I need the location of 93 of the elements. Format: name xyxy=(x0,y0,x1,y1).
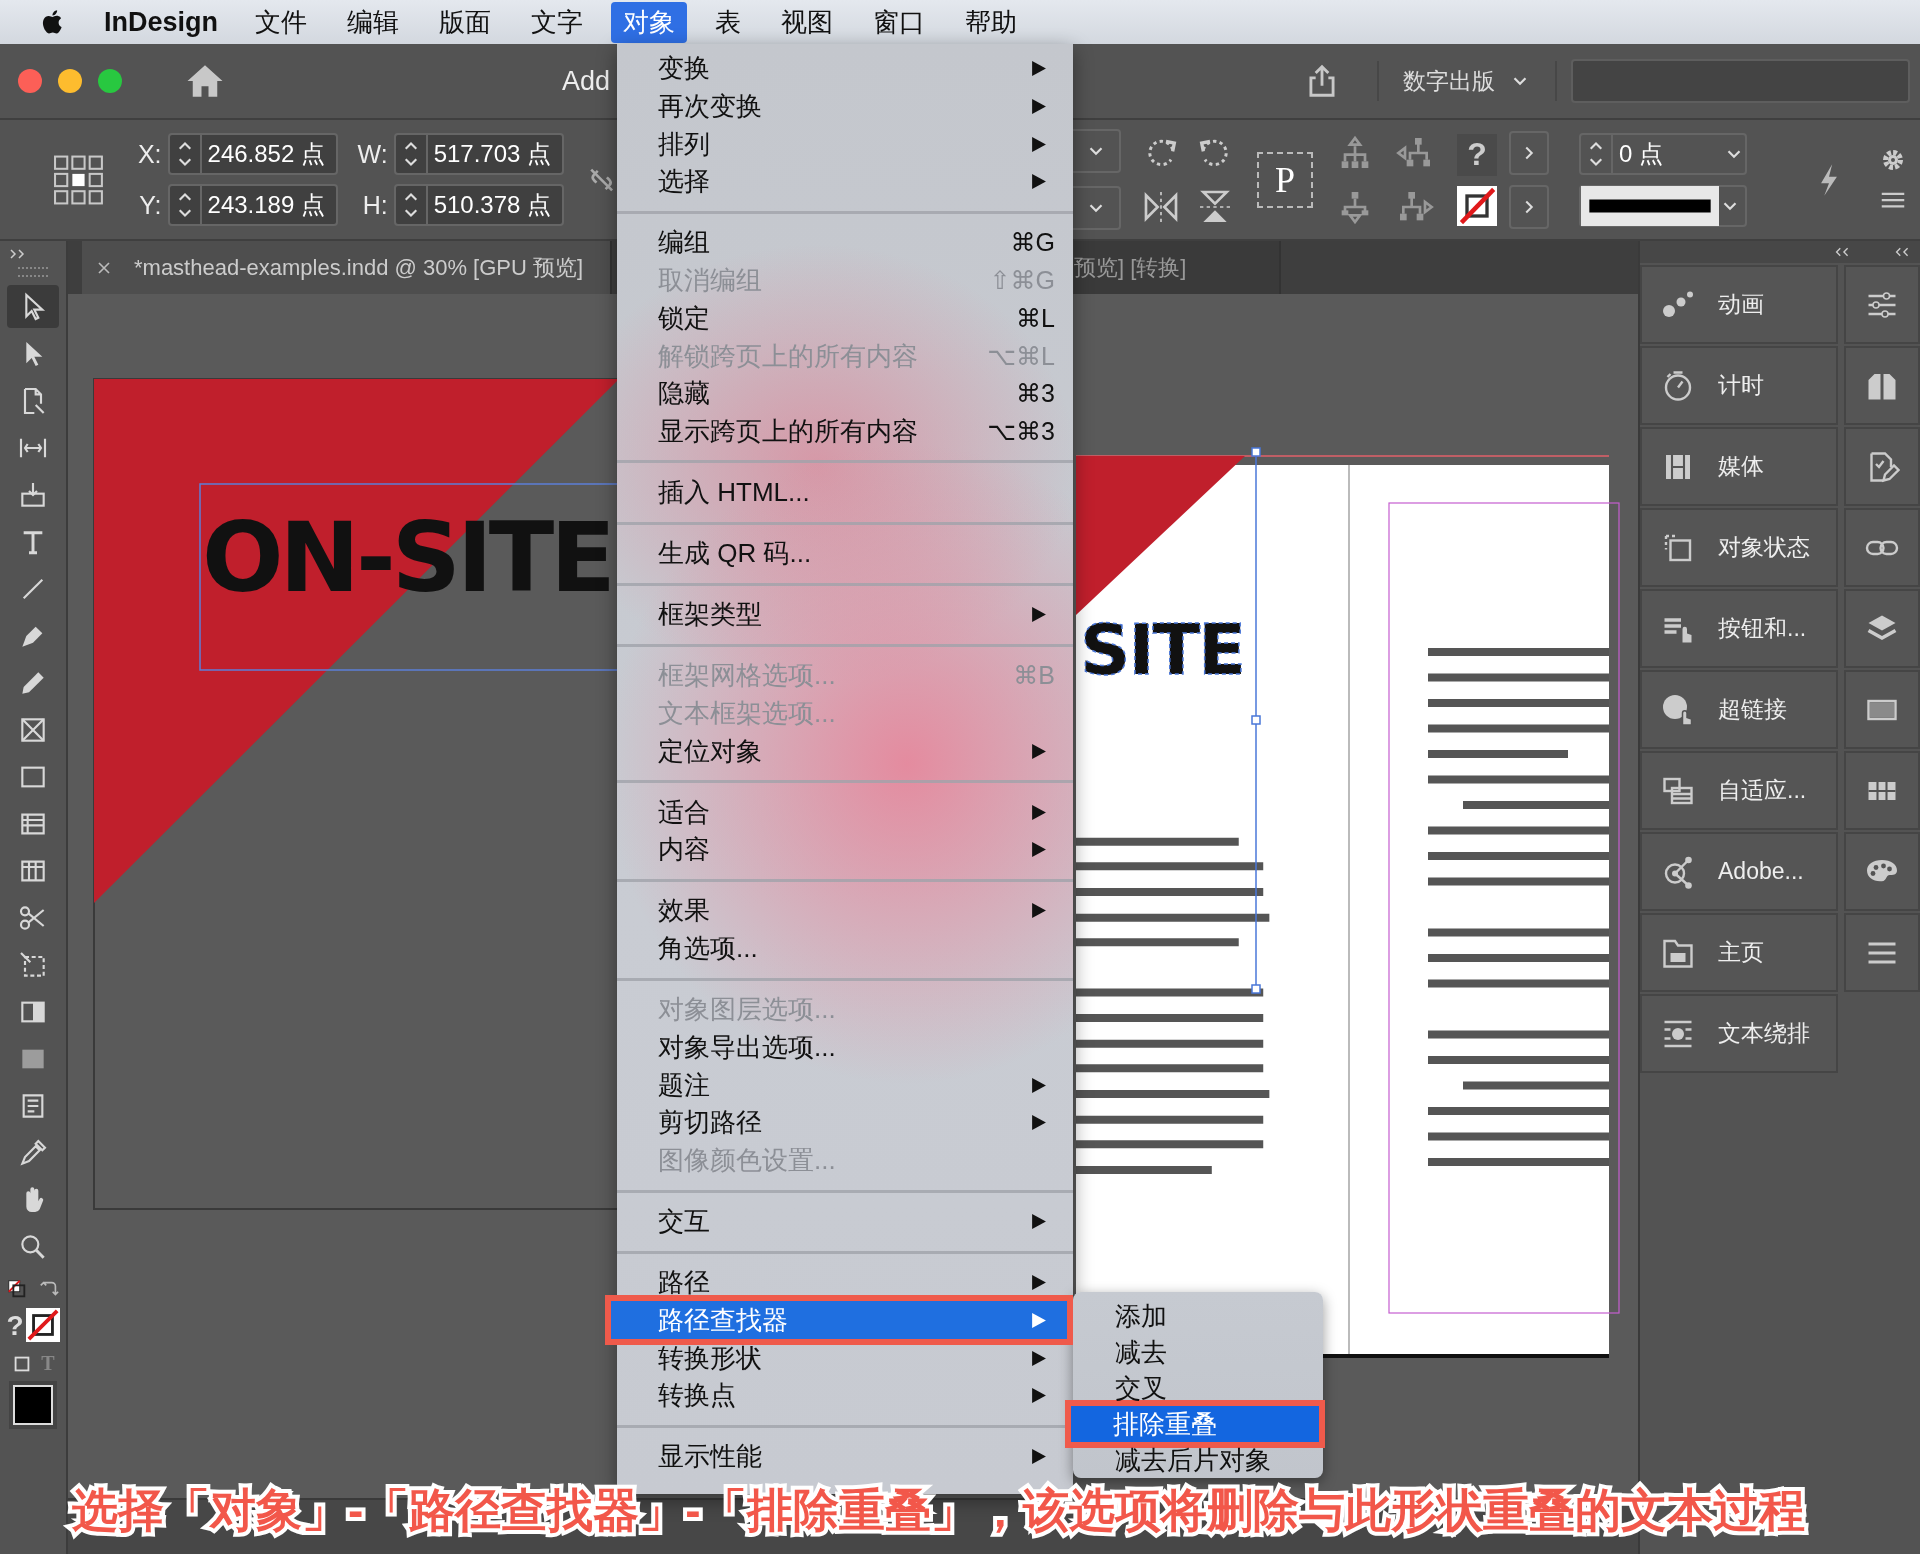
menubar-item[interactable]: 对象 xyxy=(611,1,687,43)
menu-item[interactable]: 交叉 xyxy=(1073,1370,1323,1406)
menu-item[interactable]: 添加 xyxy=(1073,1298,1323,1334)
dimension-field[interactable]: 243.189 点 xyxy=(167,184,338,226)
menu-item[interactable]: 角选项... xyxy=(617,929,1073,968)
shortcut-text: ⌘3 xyxy=(1016,379,1055,409)
panel-button[interactable]: 主页 xyxy=(1640,913,1838,992)
menu-item[interactable]: 减去 xyxy=(1073,1334,1323,1370)
menu-item[interactable]: 生成 QR 码... xyxy=(617,534,1073,573)
shortcut-text: ⌘G xyxy=(1010,228,1055,258)
panel-button[interactable]: 计时 xyxy=(1640,346,1838,425)
zoom-window-button[interactable] xyxy=(98,69,122,93)
workspace-dropdown[interactable]: 数字出版 xyxy=(1393,65,1541,97)
dimension-field[interactable]: 246.852 点 xyxy=(167,133,338,175)
menubar-item[interactable]: 版面 xyxy=(427,1,503,43)
panel-button[interactable]: 超链接 xyxy=(1640,670,1838,749)
menu-item[interactable]: 效果 xyxy=(617,892,1073,930)
dimension-field[interactable]: 517.703 点 xyxy=(393,133,564,175)
reference-point-icon[interactable] xyxy=(53,153,104,206)
field-label: Y: xyxy=(138,190,162,220)
panel-button[interactable]: 媒体 xyxy=(1640,427,1838,506)
document-tab[interactable]: *masthead-examples.indd @ 30% [GPU 预览] xyxy=(82,241,612,294)
app-name[interactable]: InDesign xyxy=(104,6,218,38)
search-field[interactable] xyxy=(1571,59,1910,103)
minimize-window-button[interactable] xyxy=(58,69,82,93)
panel-button[interactable] xyxy=(1844,346,1920,425)
menu-item[interactable]: 适合 xyxy=(617,793,1073,832)
panel-button[interactable] xyxy=(1844,913,1920,992)
shortcut-text: ⇧⌘G xyxy=(989,266,1055,296)
panel-button[interactable]: 按钮和... xyxy=(1640,589,1838,668)
field-label: X: xyxy=(136,139,162,169)
panel-button[interactable] xyxy=(1844,751,1920,830)
menu-item[interactable]: 隐藏 ⌘3 xyxy=(617,374,1073,413)
menu-item[interactable]: 选择 xyxy=(617,163,1073,201)
fill-swatch-label[interactable]: ? xyxy=(6,1310,24,1342)
panel-button[interactable] xyxy=(1844,508,1920,587)
window-title: Add xyxy=(562,65,611,97)
default-fill-stroke-icon[interactable] xyxy=(6,1278,28,1300)
shortcut-text: ⌥⌘L xyxy=(987,341,1055,371)
content-frame-button[interactable]: P xyxy=(1257,151,1313,208)
menu-item[interactable]: 内容 xyxy=(617,831,1073,869)
panel-button[interactable] xyxy=(1844,589,1920,668)
menubar-item[interactable]: 窗口 xyxy=(861,1,937,43)
grip-handle[interactable] xyxy=(18,267,48,277)
panel-button[interactable] xyxy=(1844,427,1920,506)
panel-button[interactable] xyxy=(1844,832,1920,911)
menubar-item[interactable]: 文件 xyxy=(243,1,319,43)
menu-item[interactable]: 锁定 ⌘L xyxy=(617,299,1073,338)
shortcut-text: ⌘L xyxy=(1016,303,1055,333)
menu-item[interactable]: 减去后片对象 xyxy=(1073,1442,1323,1478)
menu-item[interactable]: 转换形状 xyxy=(617,1339,1073,1377)
menu-item[interactable]: 剪切路径 xyxy=(617,1103,1073,1142)
menubar-item[interactable]: 视图 xyxy=(769,1,845,43)
menu-item[interactable]: 定位对象 xyxy=(617,732,1073,770)
menubar-item[interactable]: 帮助 xyxy=(953,1,1029,43)
menu-item[interactable]: 显示性能 xyxy=(617,1437,1073,1476)
fill-button[interactable]: ? xyxy=(1457,133,1497,176)
panel-button[interactable]: 自适应... xyxy=(1640,751,1838,830)
menu-item[interactable]: 题注 xyxy=(617,1066,1073,1104)
menu-item[interactable]: 转换点 xyxy=(617,1376,1073,1415)
tool-button[interactable] xyxy=(7,285,59,328)
headline-text: SITE xyxy=(1080,609,1245,691)
menubar-item[interactable]: 文字 xyxy=(519,1,595,43)
menubar-item[interactable]: 编辑 xyxy=(335,1,411,43)
menu-item[interactable]: 路径 xyxy=(617,1263,1073,1302)
menu-item[interactable]: 编组 ⌘G xyxy=(617,224,1073,262)
menu-item[interactable]: 对象导出选项... xyxy=(617,1028,1073,1067)
shortcut-text: ⌥⌘3 xyxy=(987,416,1055,446)
menubar-item[interactable]: 表 xyxy=(703,1,753,43)
close-window-button[interactable] xyxy=(18,69,42,93)
panel-button[interactable]: 动画 xyxy=(1640,265,1838,344)
menu-item[interactable]: 框架类型 xyxy=(617,595,1073,634)
stroke-none-swatch[interactable] xyxy=(1457,185,1497,226)
menu-item[interactable]: 变换 xyxy=(617,50,1073,88)
menu-item[interactable]: 显示跨页上的所有内容 ⌥⌘3 xyxy=(617,412,1073,451)
menu-item[interactable]: 排列 xyxy=(617,125,1073,164)
menu-item[interactable]: 再次变换 xyxy=(617,87,1073,126)
panel-button[interactable] xyxy=(1844,670,1920,749)
stroke-none-swatch[interactable] xyxy=(25,1308,60,1342)
stroke-type-dropdown[interactable] xyxy=(1579,184,1747,227)
panel-button[interactable]: 对象状态 xyxy=(1640,508,1838,587)
field-label: H: xyxy=(361,190,388,220)
panel-button[interactable]: 文本绕排 xyxy=(1640,994,1838,1073)
shortcut-text: ⌘B xyxy=(1013,661,1055,691)
menu-item[interactable]: 交互 xyxy=(617,1202,1073,1241)
field-label: W: xyxy=(356,139,388,169)
dimension-field[interactable]: 510.378 点 xyxy=(393,184,564,226)
panel-button[interactable]: Adobe... xyxy=(1640,832,1838,911)
solid-stroke-icon xyxy=(1581,185,1719,226)
panel-button[interactable] xyxy=(1844,265,1920,344)
stroke-weight-field[interactable]: 0 点 xyxy=(1579,132,1747,175)
document-tab[interactable]: 预览] [转换] xyxy=(1074,241,1281,294)
menu-item[interactable]: 插入 HTML... xyxy=(617,473,1073,512)
